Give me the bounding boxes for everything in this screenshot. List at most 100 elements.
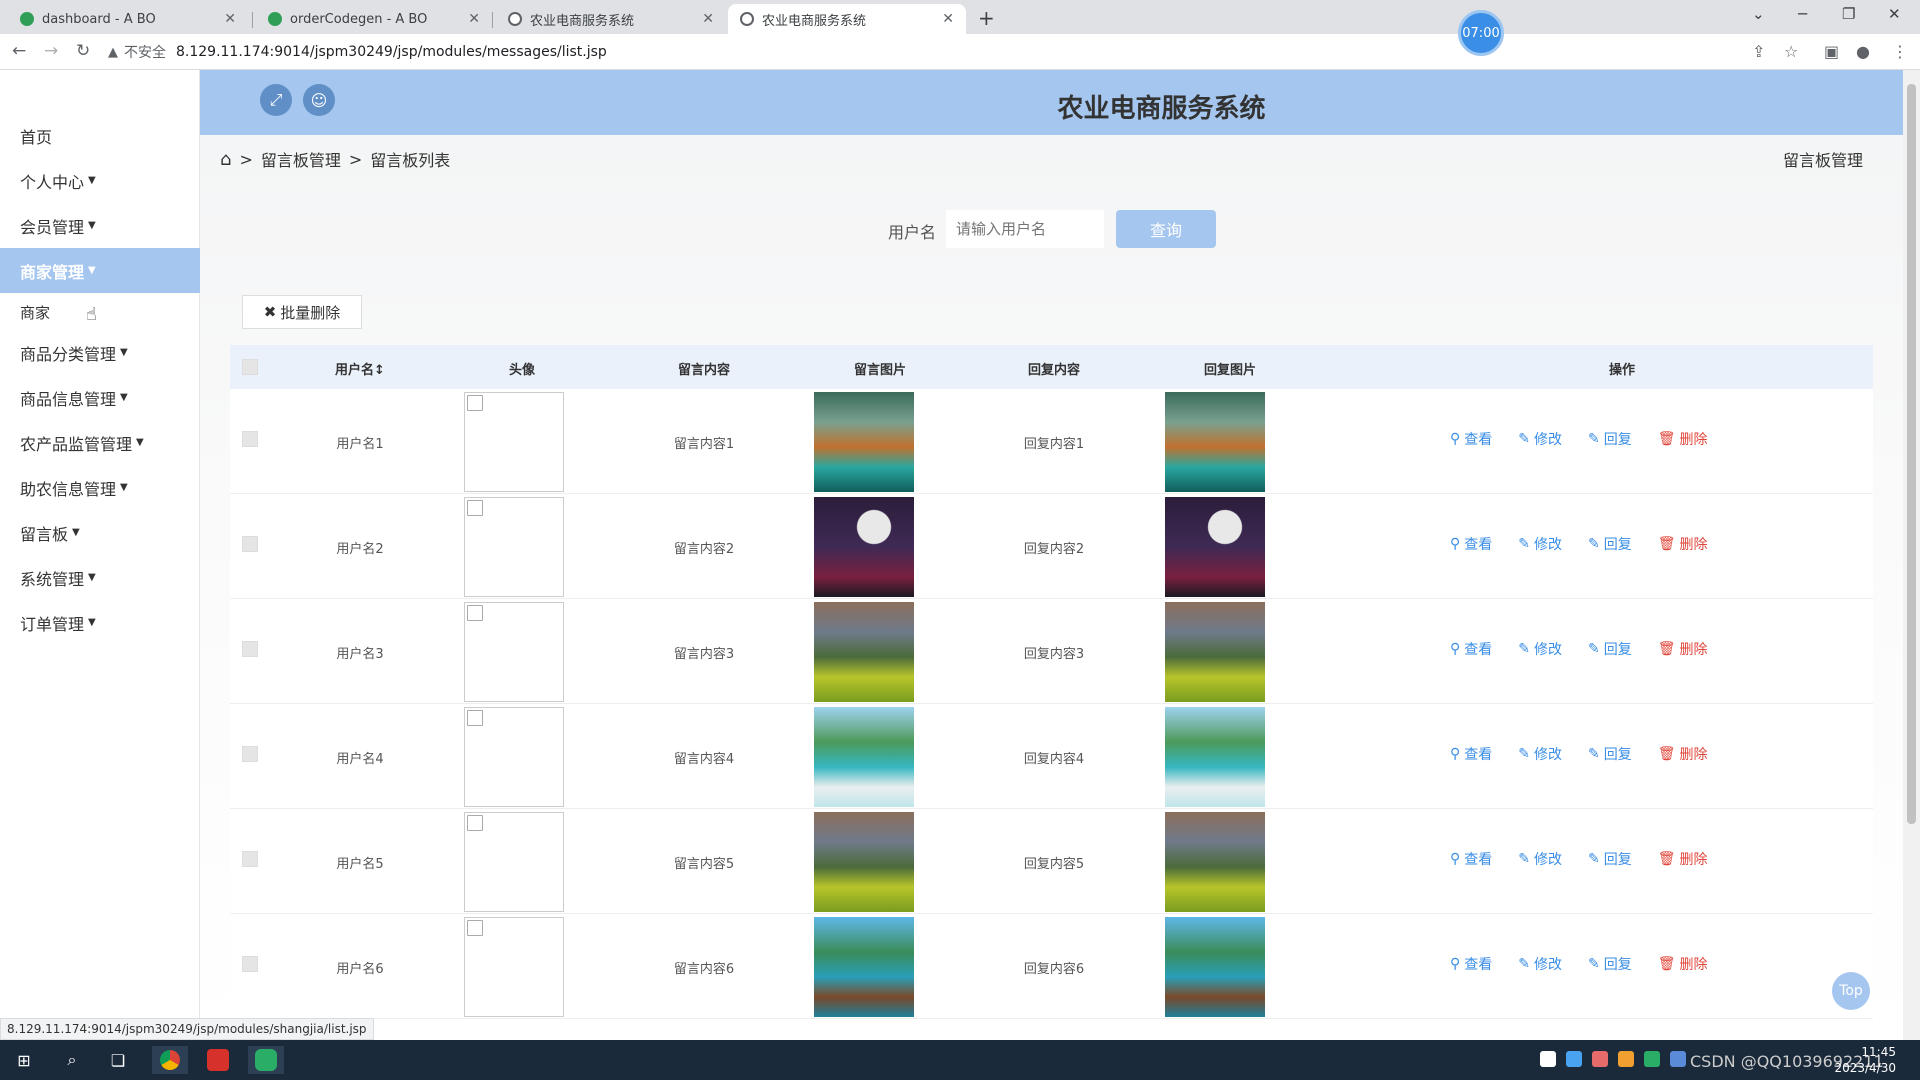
view-button[interactable]: ⚲ 查看	[1450, 954, 1492, 974]
edit-button[interactable]: ✎ 修改	[1518, 849, 1562, 869]
row-checkbox[interactable]	[242, 641, 258, 657]
delete-button[interactable]: 🗑 删除	[1658, 744, 1708, 764]
back-to-top-button[interactable]: Top	[1832, 972, 1870, 1010]
row-checkbox[interactable]	[242, 956, 258, 972]
tab-search-icon[interactable]: ⌄	[1752, 5, 1765, 23]
row-checkbox[interactable]	[242, 431, 258, 447]
sidebar-item-members[interactable]: 会员管理 ▼	[0, 203, 200, 248]
forward-icon[interactable]: →	[44, 41, 58, 61]
sidebar-item-merchants[interactable]: 商家管理 ▼	[0, 248, 200, 293]
chrome-icon[interactable]	[152, 1046, 188, 1074]
window-close-icon[interactable]: ✕	[1888, 5, 1901, 23]
wechat-icon[interactable]	[248, 1046, 284, 1074]
back-icon[interactable]: ←	[12, 41, 26, 61]
sidebar-item-goods[interactable]: 商品信息管理 ▼	[0, 375, 200, 420]
sidebar-item-message-board[interactable]: 留言板 ▼	[0, 510, 200, 555]
cloud-icon[interactable]	[1566, 1051, 1582, 1067]
delete-button[interactable]: 🗑 删除	[1658, 639, 1708, 659]
taskbar-clock[interactable]: 11:45 2023/4/30	[1834, 1044, 1896, 1076]
windows-start-icon[interactable]: ⊞	[6, 1046, 42, 1074]
caret-down-icon: ▼	[88, 572, 96, 583]
username-search-input[interactable]	[946, 210, 1104, 248]
close-icon[interactable]: ✕	[942, 11, 954, 27]
close-icon[interactable]: ✕	[468, 11, 480, 27]
home-icon[interactable]: ⌂	[220, 149, 231, 170]
edit-button[interactable]: ✎ 修改	[1518, 639, 1562, 659]
tab-system-1[interactable]: 农业电商服务系统 ✕	[496, 4, 726, 34]
side-panel-icon[interactable]: ▣	[1824, 42, 1839, 61]
minimize-icon[interactable]: ─	[1798, 5, 1807, 23]
address-bar[interactable]: ▲ 不安全 8.129.11.174:9014/jspm30249/jsp/mo…	[108, 38, 1768, 66]
sidebar-item-farm-info[interactable]: 助农信息管理 ▼	[0, 465, 200, 510]
column-header-username[interactable]: 用户名↕	[320, 359, 400, 378]
delete-button[interactable]: 🗑 删除	[1658, 954, 1708, 974]
cursor-hand-icon: ☝	[86, 304, 97, 325]
row-checkbox[interactable]	[242, 851, 258, 867]
tab-dashboard[interactable]: dashboard - A BO ✕	[8, 4, 248, 34]
reply-button[interactable]: ✎ 回复	[1588, 639, 1632, 659]
scrollbar-thumb[interactable]	[1907, 84, 1916, 824]
edit-button[interactable]: ✎ 修改	[1518, 534, 1562, 554]
row-checkbox[interactable]	[242, 746, 258, 762]
sidebar-item-label: 订单管理	[20, 614, 85, 634]
caret-down-icon: ▼	[88, 175, 96, 186]
view-button[interactable]: ⚲ 查看	[1450, 534, 1492, 554]
breadcrumb-level1[interactable]: 留言板管理	[261, 147, 341, 171]
bulk-delete-button[interactable]: ✖ 批量删除	[242, 295, 362, 329]
edit-label: 修改	[1534, 747, 1562, 763]
message-image	[814, 917, 914, 1017]
row-actions: ⚲ 查看 ✎ 修改 ✎ 回复 🗑 删除	[1450, 849, 1734, 869]
sidebar-item-supervision[interactable]: 农产品监管管理 ▼	[0, 420, 200, 465]
tab-ordercodegen[interactable]: orderCodegen - A BO ✕	[256, 4, 492, 34]
search-icon[interactable]: ⌕	[54, 1046, 90, 1074]
sidebar-item-orders[interactable]: 订单管理 ▼	[0, 600, 200, 645]
view-button[interactable]: ⚲ 查看	[1450, 639, 1492, 659]
sort-icon: ↕	[374, 363, 385, 378]
sidebar-item-home[interactable]: 首页	[0, 113, 200, 158]
select-all-checkbox[interactable]	[242, 359, 258, 375]
view-button[interactable]: ⚲ 查看	[1450, 429, 1492, 449]
sidebar-subitem-merchant[interactable]: 商家 ☝	[0, 294, 200, 330]
wps-icon[interactable]	[200, 1046, 236, 1074]
profile-icon[interactable]: ●	[1856, 42, 1870, 61]
close-icon[interactable]: ✕	[224, 11, 236, 27]
reply-button[interactable]: ✎ 回复	[1588, 534, 1632, 554]
search-button[interactable]: 查询	[1116, 210, 1216, 248]
edit-button[interactable]: ✎ 修改	[1518, 429, 1562, 449]
bookmark-star-icon[interactable]: ☆	[1784, 42, 1798, 61]
reply-button[interactable]: ✎ 回复	[1588, 744, 1632, 764]
sidebar-item-category[interactable]: 商品分类管理 ▼	[0, 330, 200, 375]
view-button[interactable]: ⚲ 查看	[1450, 744, 1492, 764]
sidebar-item-system[interactable]: 系统管理 ▼	[0, 555, 200, 600]
reply-button[interactable]: ✎ 回复	[1588, 429, 1632, 449]
wechat-tray-icon[interactable]	[1644, 1051, 1660, 1067]
reply-button[interactable]: ✎ 回复	[1588, 954, 1632, 974]
sidebar-item-personal-center[interactable]: 个人中心 ▼	[0, 158, 200, 203]
view-button[interactable]: ⚲ 查看	[1450, 849, 1492, 869]
share-icon[interactable]: ⇪	[1752, 42, 1765, 61]
page-scrollbar[interactable]	[1903, 70, 1920, 1040]
cell-content: 留言内容6	[673, 962, 735, 977]
task-view-icon[interactable]: ❏	[100, 1046, 136, 1074]
tab-system-active[interactable]: 农业电商服务系统 ✕	[728, 4, 966, 34]
row-checkbox[interactable]	[242, 536, 258, 552]
shield-icon[interactable]	[1670, 1051, 1686, 1067]
tray-app-icon[interactable]	[1592, 1051, 1608, 1067]
menu-kebab-icon[interactable]: ⋮	[1892, 42, 1908, 61]
close-icon[interactable]: ✕	[702, 11, 714, 27]
delete-button[interactable]: 🗑 删除	[1658, 849, 1708, 869]
tray-app-icon[interactable]	[1540, 1051, 1556, 1067]
reload-icon[interactable]: ↻	[76, 41, 90, 61]
delete-button[interactable]: 🗑 删除	[1658, 534, 1708, 554]
new-tab-button[interactable]: +	[978, 6, 995, 30]
delete-button[interactable]: 🗑 删除	[1658, 429, 1708, 449]
reply-button[interactable]: ✎ 回复	[1588, 849, 1632, 869]
floating-timer-badge[interactable]: 07:00	[1458, 10, 1504, 56]
restore-icon[interactable]: ❐	[1842, 5, 1855, 23]
tray-app-icon[interactable]	[1618, 1051, 1634, 1067]
reply-label: 回复	[1603, 642, 1632, 658]
tab-title: 农业电商服务系统	[762, 13, 867, 29]
edit-button[interactable]: ✎ 修改	[1518, 744, 1562, 764]
edit-button[interactable]: ✎ 修改	[1518, 954, 1562, 974]
reply-image	[1165, 917, 1265, 1017]
